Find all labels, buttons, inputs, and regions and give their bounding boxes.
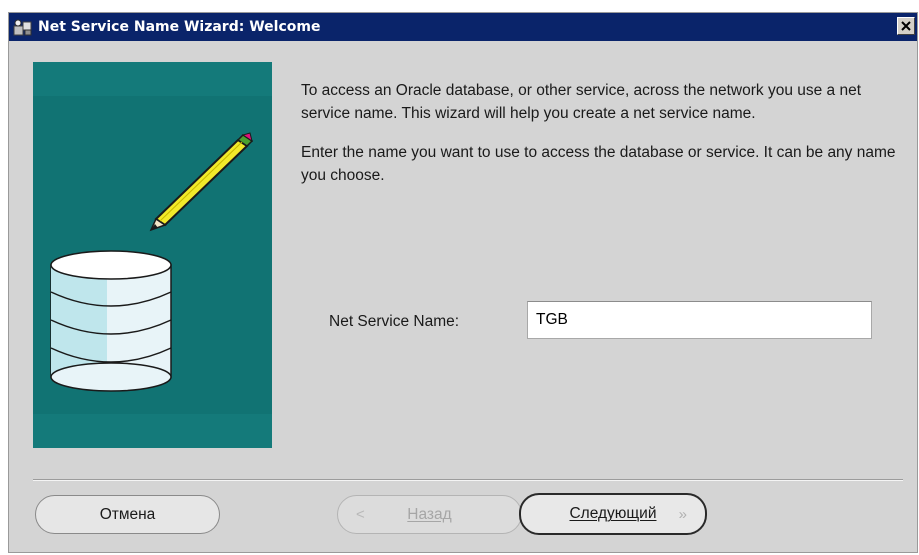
intro-paragraph-1: To access an Oracle database, or other s…	[301, 82, 862, 122]
wizard-illustration	[33, 62, 272, 448]
wizard-window: Net Service Name Wizard: Welcome To acce…	[8, 12, 918, 553]
next-button[interactable]: Следующий »	[519, 493, 707, 535]
back-button[interactable]: < Назад	[337, 495, 522, 534]
cancel-button[interactable]: Отмена	[35, 495, 220, 534]
close-button[interactable]	[897, 17, 915, 35]
database-icon	[50, 250, 172, 392]
button-divider	[33, 479, 903, 481]
net-service-name-label: Net Service Name:	[329, 313, 460, 330]
back-label: Назад	[407, 505, 452, 523]
wizard-app-icon	[13, 19, 32, 36]
cancel-label: Отмена	[99, 505, 156, 523]
chevron-left-icon: <	[356, 506, 365, 523]
next-label: Следующий	[569, 505, 657, 522]
close-icon	[901, 21, 911, 31]
database-pencil-illustration	[33, 96, 272, 414]
net-service-name-input[interactable]	[527, 301, 872, 339]
title-bar[interactable]: Net Service Name Wizard: Welcome	[9, 13, 917, 41]
intro-paragraph-2: Enter the name you want to use to access…	[301, 144, 896, 184]
chevron-right-icon: »	[678, 505, 687, 523]
window-title: Net Service Name Wizard: Welcome	[38, 19, 321, 35]
intro-text: To access an Oracle database, or other s…	[301, 79, 901, 203]
